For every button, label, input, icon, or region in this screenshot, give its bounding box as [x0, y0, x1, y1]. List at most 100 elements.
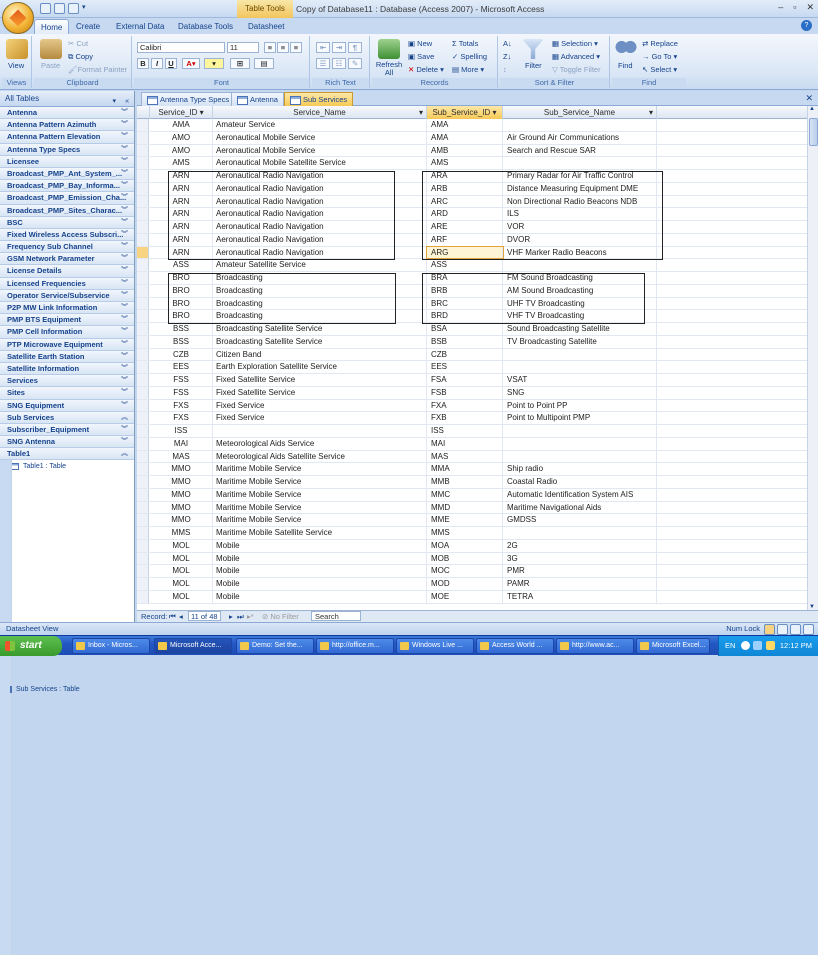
cell-service-name[interactable]: Earth Exploration Satellite Service [213, 361, 427, 373]
row-selector[interactable] [137, 399, 149, 412]
toggle-filter-button[interactable]: ▽ Toggle Filter [552, 65, 601, 74]
cell-sub-service-name[interactable]: VHF TV Broadcasting [503, 310, 657, 322]
cell-service-id[interactable]: MOL [150, 578, 213, 590]
cell-service-name[interactable]: Aeronautical Mobile Satellite Service [213, 157, 427, 169]
taskbar-task[interactable]: http://www.ac... [556, 638, 634, 654]
row-selector[interactable] [137, 157, 149, 169]
cell-sub-service-name[interactable]: VSAT [503, 374, 657, 386]
filter-button[interactable]: Filter [525, 61, 542, 70]
find-button[interactable]: Find [618, 61, 633, 70]
table-row[interactable]: BRO Broadcasting BRA FM Sound Broadcasting [137, 272, 807, 285]
refresh-all-button[interactable]: Refresh All [374, 61, 404, 77]
cell-sub-service-id[interactable]: MMD [427, 501, 503, 514]
row-selector[interactable] [137, 259, 149, 271]
new-record-button[interactable]: ▣ New [408, 39, 432, 48]
cell-service-name[interactable]: Aeronautical Mobile Service [213, 131, 427, 144]
table-row[interactable]: BRO Broadcasting BRD VHF TV Broadcasting [137, 310, 807, 323]
cell-sub-service-id[interactable]: BRC [427, 297, 503, 310]
nav-table-item[interactable]: Sub Services : Table [0, 423, 80, 955]
tray-network-icon[interactable] [741, 641, 750, 650]
cell-service-name[interactable]: Broadcasting Satellite Service [213, 323, 427, 335]
cell-sub-service-id[interactable]: MMC [427, 488, 503, 501]
row-selector[interactable] [137, 297, 149, 310]
binoculars-icon[interactable] [615, 39, 637, 59]
table-row[interactable]: ARN Aeronautical Radio Navigation ARE VOR [137, 221, 807, 234]
tab-create[interactable]: Create [70, 19, 106, 34]
font-size-select[interactable]: 11 [227, 42, 259, 53]
cell-service-name[interactable]: Fixed Satellite Service [213, 386, 427, 399]
table-row[interactable]: FXS Fixed Service FXB Point to Multipoint P… [137, 412, 807, 425]
cell-service-name[interactable]: Maritime Mobile Service [213, 501, 427, 514]
increase-indent-button[interactable]: ⇥ [332, 42, 346, 53]
more-button[interactable]: ▤ More ▾ [452, 65, 484, 74]
cell-sub-service-name[interactable]: 3G [503, 552, 657, 565]
cell-sub-service-id[interactable]: AMS [427, 157, 503, 169]
table-row[interactable]: BSS Broadcasting Satellite Service BSB TV B… [137, 335, 807, 349]
cell-service-id[interactable]: MOL [150, 565, 213, 577]
cell-service-id[interactable]: MOL [150, 539, 213, 552]
nav-table-item[interactable]: Table1 : Table [0, 460, 134, 473]
cell-sub-service-name[interactable]: Ship radio [503, 463, 657, 475]
highlight-button[interactable]: ✎ [348, 58, 362, 69]
cell-service-name[interactable]: Aeronautical Radio Navigation [213, 208, 427, 220]
cell-service-id[interactable]: ARN [150, 182, 213, 195]
cell-service-name[interactable]: Meteorological Aids Service [213, 437, 427, 450]
cell-sub-service-id[interactable]: MOB [427, 552, 503, 565]
nav-group[interactable]: PTP Microwave Equipment ︾ [0, 338, 134, 351]
table-row[interactable]: FSS Fixed Satellite Service FSA VSAT [137, 374, 807, 387]
cell-sub-service-name[interactable]: Search and Rescue SAR [503, 144, 657, 157]
cell-sub-service-name[interactable]: Coastal Radio [503, 476, 657, 488]
row-selector[interactable] [137, 514, 149, 526]
refresh-icon[interactable] [378, 39, 400, 59]
column-header-sub-service-name[interactable]: Sub_Service_Name ▾ [503, 106, 657, 119]
cell-service-id[interactable]: ARN [150, 195, 213, 208]
sort-dropdown-icon[interactable]: ▾ [493, 108, 497, 117]
row-selector[interactable] [137, 170, 149, 182]
nav-group[interactable]: Services ︾ [0, 375, 134, 388]
paste-button[interactable]: Paste [41, 61, 60, 70]
cell-service-name[interactable]: Broadcasting [213, 297, 427, 310]
cell-sub-service-name[interactable]: Point to Multipoint PMP [503, 412, 657, 424]
cell-service-id[interactable]: ARN [150, 170, 213, 182]
cell-service-name[interactable]: Aeronautical Radio Navigation [213, 246, 427, 259]
cell-service-id[interactable]: BRO [150, 310, 213, 322]
cell-sub-service-id[interactable]: FXA [427, 399, 503, 412]
row-selector[interactable] [137, 476, 149, 488]
cell-sub-service-id[interactable]: ARE [427, 221, 503, 233]
cell-sub-service-id[interactable]: EES [427, 361, 503, 373]
start-button[interactable]: start [0, 636, 62, 656]
cell-sub-service-id[interactable]: ARF [427, 233, 503, 246]
nav-group[interactable]: SNG Antenna ︾ [0, 436, 134, 449]
cell-service-name[interactable]: Aeronautical Radio Navigation [213, 221, 427, 233]
table-row[interactable]: ISS ISS [137, 425, 807, 438]
cell-sub-service-name[interactable]: Sound Broadcasting Satellite [503, 323, 657, 335]
nav-group[interactable]: Sites ︾ [0, 387, 134, 400]
design-view-icon[interactable] [803, 624, 814, 635]
language-indicator[interactable]: EN [725, 636, 735, 656]
nav-group[interactable]: SNG Equipment ︾ [0, 399, 134, 412]
save-icon[interactable] [40, 3, 51, 14]
cell-sub-service-name[interactable]: Automatic Identification System AIS [503, 488, 657, 501]
row-selector[interactable] [137, 119, 149, 131]
tray-app-icon[interactable] [766, 641, 775, 650]
paste-icon[interactable] [40, 39, 62, 59]
cell-service-name[interactable]: Broadcasting [213, 284, 427, 297]
nav-header[interactable]: All Tables ▾ « [0, 91, 134, 107]
cell-service-name[interactable]: Fixed Satellite Service [213, 374, 427, 386]
cell-sub-service-name[interactable]: Maritime Navigational Aids [503, 501, 657, 514]
cell-sub-service-id[interactable]: BRA [427, 272, 503, 284]
row-selector[interactable] [137, 246, 149, 259]
replace-button[interactable]: ⇄ Replace [642, 39, 678, 48]
row-selector[interactable] [137, 425, 149, 437]
nav-group[interactable]: Antenna ︾ [0, 107, 134, 120]
cell-service-name[interactable] [213, 425, 427, 437]
table-row[interactable]: AMA Amateur Service AMA [137, 119, 807, 132]
cell-sub-service-id[interactable]: MMS [427, 527, 503, 539]
cell-service-name[interactable]: Maritime Mobile Service [213, 476, 427, 488]
table-row[interactable]: MOL Mobile MOD PAMR [137, 578, 807, 591]
table-row[interactable]: MOL Mobile MOE TETRA [137, 590, 807, 604]
table-row[interactable]: ARN Aeronautical Radio Navigation ARA Prima… [137, 170, 807, 183]
row-selector[interactable] [137, 437, 149, 450]
table-row[interactable]: MMO Maritime Mobile Service MMB Coastal Rad… [137, 476, 807, 489]
cell-sub-service-id[interactable]: BRB [427, 284, 503, 297]
